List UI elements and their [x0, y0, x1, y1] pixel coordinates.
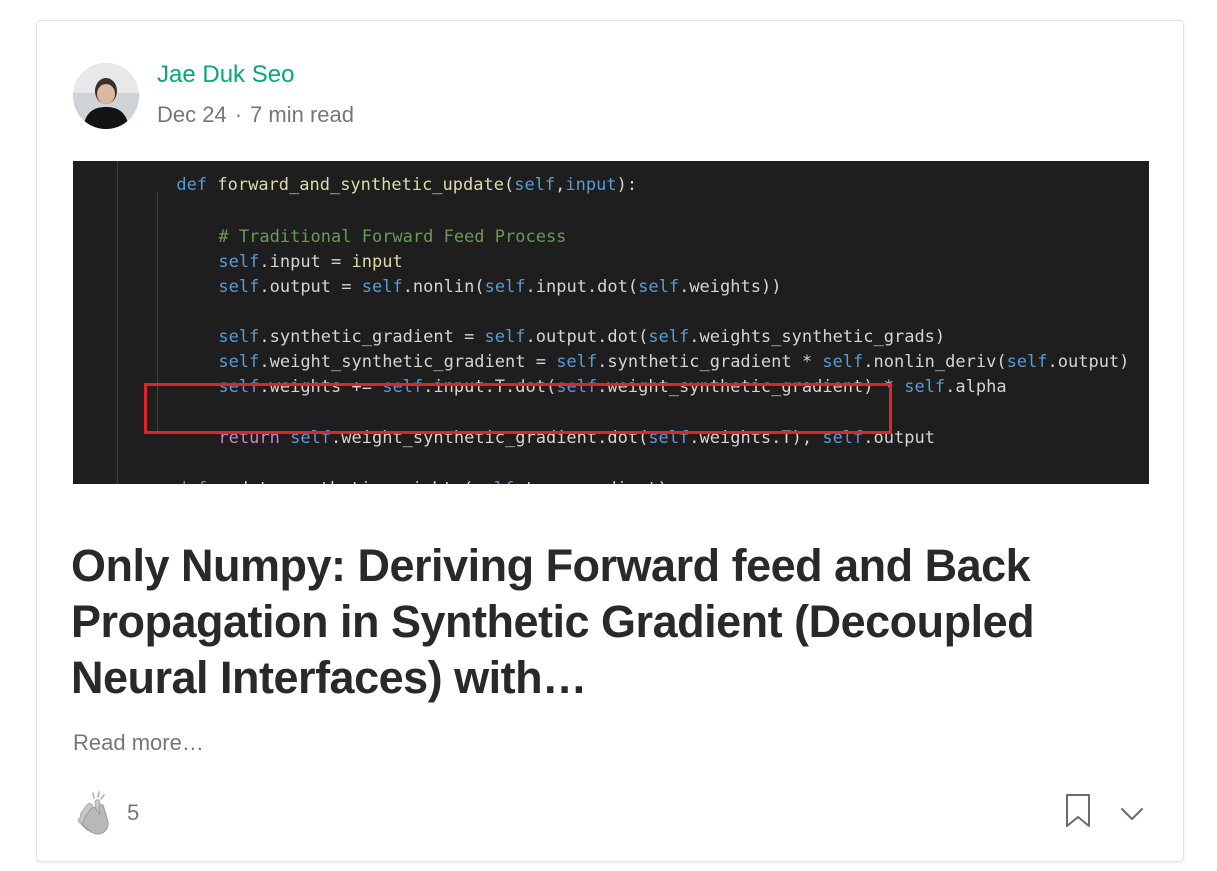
code-line: self.output = self.nonlin(self.input.dot… — [218, 277, 782, 297]
code-line: self.input = input — [218, 252, 403, 272]
bookmark-button[interactable] — [1063, 793, 1093, 829]
avatar[interactable] — [73, 63, 139, 129]
meta-separator: · — [234, 102, 243, 127]
code-line: def update_synthetic_weights(self,true_g… — [115, 453, 678, 484]
read-more-link[interactable]: Read more… — [73, 730, 204, 756]
clap-icon — [77, 791, 109, 835]
avatar-image — [73, 63, 139, 129]
code-line: def forward_and_synthetic_update(self,in… — [176, 175, 638, 195]
post-preview-image[interactable]: def forward_and_synthetic_update(self,in… — [73, 161, 1149, 484]
code-line: self.synthetic_gradient = self.output.do… — [218, 327, 946, 347]
code-line: self.weight_synthetic_gradient = self.sy… — [218, 352, 1130, 372]
post-title[interactable]: Only Numpy: Deriving Forward feed and Ba… — [71, 538, 1131, 706]
author-name-link[interactable]: Jae Duk Seo — [157, 61, 294, 89]
clap-button[interactable] — [73, 789, 117, 835]
post-meta: Dec 24 · 7 min read — [157, 102, 354, 128]
post-date: Dec 24 — [157, 102, 227, 127]
code-highlight-box — [144, 383, 892, 434]
clap-count: 5 — [127, 800, 140, 825]
more-options-button[interactable] — [1117, 799, 1147, 829]
post-card[interactable]: Jae Duk Seo Dec 24 · 7 min read def forwar… — [36, 20, 1184, 862]
chevron-down-icon — [1121, 808, 1143, 820]
bookmark-icon — [1066, 794, 1090, 827]
read-time: 7 min read — [250, 102, 354, 127]
code-line: # Traditional Forward Feed Process — [218, 227, 567, 247]
code-line: self.weights += self.input.T.dot(self.we… — [218, 377, 1007, 397]
